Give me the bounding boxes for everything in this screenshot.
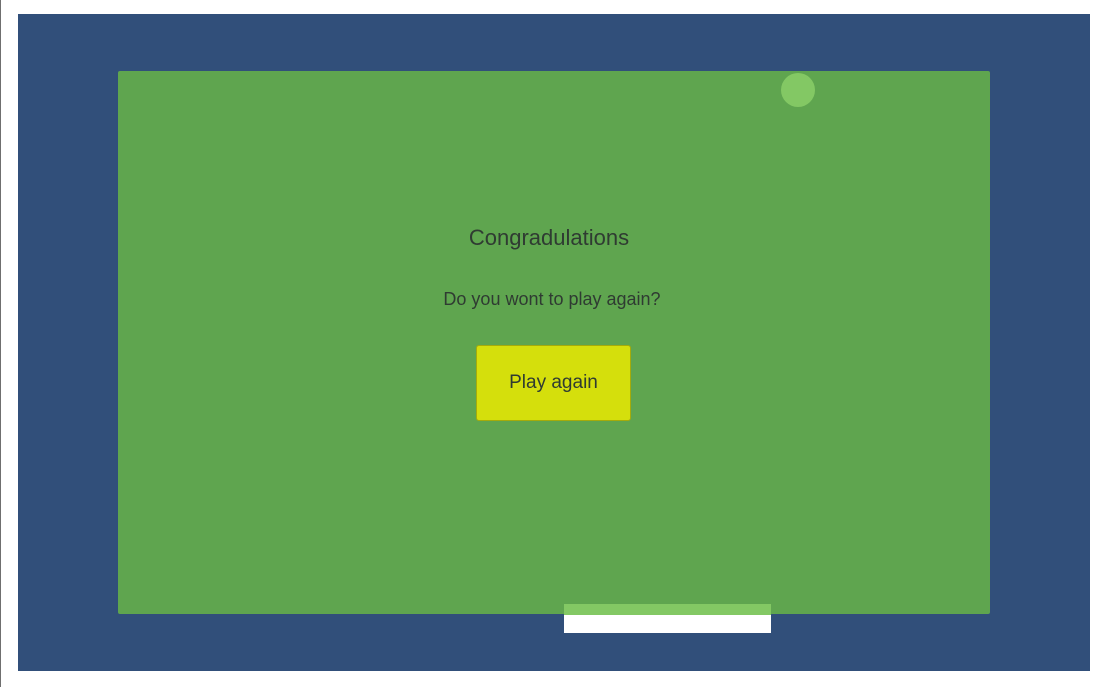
paddle-top <box>564 604 771 615</box>
window-left-border <box>0 0 1 687</box>
play-again-button[interactable]: Play again <box>476 345 631 421</box>
paddle[interactable] <box>564 604 771 633</box>
ball <box>781 73 815 107</box>
dialog-title: Congradulations <box>468 225 630 250</box>
dialog-question: Do you wont to play again? <box>443 289 661 309</box>
playfield <box>118 71 990 614</box>
game-area: Congradulations Do you wont to play agai… <box>18 14 1090 671</box>
paddle-bottom <box>564 615 771 633</box>
